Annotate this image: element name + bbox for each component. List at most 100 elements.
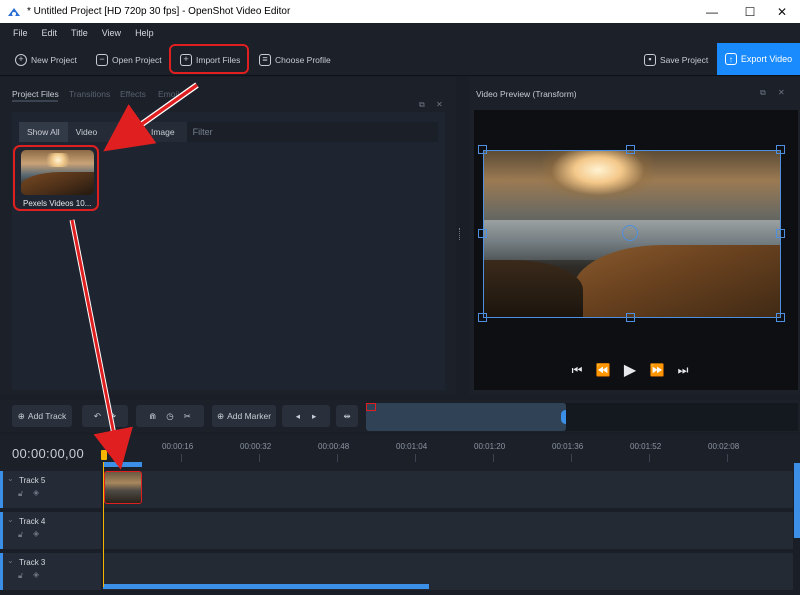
- float-icon[interactable]: ⧉: [419, 100, 425, 110]
- file-thumbnail[interactable]: [21, 150, 94, 195]
- filter-input[interactable]: Filter: [186, 122, 438, 142]
- lock-icon[interactable]: 🔓︎: [18, 571, 23, 581]
- open-project-button[interactable]: − Open Project: [96, 49, 162, 70]
- horizontal-scrollbar[interactable]: [103, 584, 429, 589]
- collapse-icon[interactable]: ⌄: [7, 515, 14, 524]
- filter-bar: Show All Video Audio Image Filter: [19, 122, 438, 142]
- transform-handle[interactable]: [776, 313, 785, 322]
- close-button[interactable]: ✕: [762, 0, 800, 23]
- ruler-tick: [649, 454, 650, 462]
- magnet-icon[interactable]: ⋒: [149, 411, 156, 422]
- collapse-icon[interactable]: ⌄: [7, 474, 14, 483]
- tab-emoji[interactable]: Emoji: [158, 89, 179, 99]
- profile-icon: ≡: [259, 53, 271, 66]
- playhead-line: [103, 462, 104, 587]
- menu-edit[interactable]: Edit: [35, 28, 65, 38]
- ruler-tick-label: 00:01:04: [396, 442, 428, 451]
- clock-icon[interactable]: ◷: [166, 411, 173, 422]
- filter-video[interactable]: Video: [68, 122, 106, 142]
- splitter-handle[interactable]: [459, 228, 461, 240]
- ruler-tick-label: 00:00:48: [318, 442, 350, 451]
- lock-icon[interactable]: 🔓︎: [18, 530, 23, 540]
- close-icon[interactable]: ✕: [778, 88, 785, 97]
- track-lane-4[interactable]: [103, 512, 793, 549]
- export-icon: ↑: [724, 53, 737, 65]
- filter-show-all[interactable]: Show All: [19, 122, 68, 142]
- jump-start-icon[interactable]: ⏮: [570, 363, 584, 378]
- menu-help[interactable]: Help: [128, 28, 161, 38]
- visibility-icon[interactable]: ◈: [33, 488, 39, 497]
- save-icon: ▪: [644, 53, 656, 66]
- snap-tools-group[interactable]: ⋒ ◷ ✂: [136, 405, 204, 427]
- transform-handle[interactable]: [478, 313, 487, 322]
- filter-audio[interactable]: Audio: [105, 122, 143, 142]
- add-marker-label: Add Marker: [227, 411, 272, 421]
- zoom-marker: [366, 403, 376, 411]
- playhead-handle[interactable]: [101, 450, 107, 460]
- ruler-tick: [181, 454, 182, 462]
- center-icon: ⇹: [343, 410, 351, 421]
- zoom-track[interactable]: [566, 403, 798, 431]
- center-timeline-button[interactable]: ⇹: [336, 405, 358, 427]
- razor-icon[interactable]: ✂: [184, 411, 191, 422]
- clip-range-bar: [103, 462, 142, 467]
- save-project-button[interactable]: ▪ Save Project: [644, 49, 708, 70]
- center-handle-icon[interactable]: [622, 225, 638, 241]
- ruler-tick: [415, 454, 416, 462]
- next-marker-icon[interactable]: ▸: [312, 411, 316, 422]
- add-marker-button[interactable]: ⊕ Add Marker: [212, 405, 276, 427]
- marker-nav-group[interactable]: ◂ ▸: [282, 405, 330, 427]
- export-video-label: Export Video: [740, 54, 793, 64]
- tab-effects[interactable]: Effects: [120, 89, 146, 99]
- main-toolbar: + New Project − Open Project + Import Fi…: [0, 43, 800, 76]
- undo-redo-group[interactable]: ↶ ↷: [82, 405, 128, 427]
- jump-end-icon[interactable]: ⏭: [676, 363, 690, 378]
- transform-handle[interactable]: [478, 145, 487, 154]
- float-icon[interactable]: ⧉: [760, 88, 766, 98]
- tab-transitions[interactable]: Transitions: [69, 89, 110, 99]
- visibility-icon[interactable]: ◈: [33, 529, 39, 538]
- collapse-icon[interactable]: ⌄: [7, 556, 14, 565]
- vertical-scrollbar[interactable]: [794, 463, 800, 538]
- ruler-tick: [337, 454, 338, 462]
- transform-handle[interactable]: [776, 229, 785, 238]
- track-header-3[interactable]: Track 3 ⌄ 🔓︎ ◈: [0, 553, 101, 590]
- play-icon[interactable]: ▶: [620, 360, 640, 380]
- transform-handle[interactable]: [626, 145, 635, 154]
- visibility-icon[interactable]: ◈: [33, 570, 39, 579]
- track-name: Track 5: [19, 476, 46, 485]
- fast-forward-icon[interactable]: ⏩: [650, 363, 665, 377]
- choose-profile-button[interactable]: ≡ Choose Profile: [259, 49, 331, 70]
- rocks-shape: [21, 172, 94, 195]
- previous-marker-icon[interactable]: ◂: [296, 411, 300, 422]
- track-header-5[interactable]: Track 5 ⌄ 🔓︎ ◈: [0, 471, 101, 508]
- sunlight-shape: [45, 153, 71, 167]
- filter-image[interactable]: Image: [143, 122, 183, 142]
- track-header-4[interactable]: Track 4 ⌄ 🔓︎ ◈: [0, 512, 101, 549]
- add-track-button[interactable]: ⊕ Add Track: [12, 405, 72, 427]
- undo-icon[interactable]: ↶: [94, 411, 101, 422]
- close-icon[interactable]: ✕: [436, 100, 443, 109]
- lock-icon[interactable]: 🔓︎: [18, 489, 23, 499]
- transform-handle[interactable]: [776, 145, 785, 154]
- tab-project-files[interactable]: Project Files: [12, 89, 59, 99]
- zoom-slider[interactable]: [366, 403, 566, 431]
- window-title: * Untitled Project [HD 720p 30 fps] - Op…: [27, 6, 291, 17]
- transform-handle[interactable]: [626, 313, 635, 322]
- add-track-label: Add Track: [27, 411, 67, 421]
- ruler-tick: [259, 454, 260, 462]
- rewind-icon[interactable]: ⏪: [596, 363, 611, 377]
- ruler-tick-label: 00:01:36: [552, 442, 584, 451]
- timeline-clip[interactable]: [104, 471, 142, 504]
- menu-title[interactable]: Title: [64, 28, 95, 38]
- minimize-button[interactable]: —: [692, 0, 732, 23]
- menu-bar: File Edit Title View Help: [0, 23, 800, 43]
- export-video-button[interactable]: ↑ Export Video: [717, 43, 800, 75]
- transform-handle[interactable]: [478, 229, 487, 238]
- menu-view[interactable]: View: [95, 28, 128, 38]
- new-project-button[interactable]: + New Project: [15, 49, 77, 70]
- openshot-logo-icon: [8, 7, 20, 16]
- redo-icon[interactable]: ↷: [109, 411, 116, 422]
- track-lane-5[interactable]: [103, 471, 793, 508]
- menu-file[interactable]: File: [6, 28, 35, 38]
